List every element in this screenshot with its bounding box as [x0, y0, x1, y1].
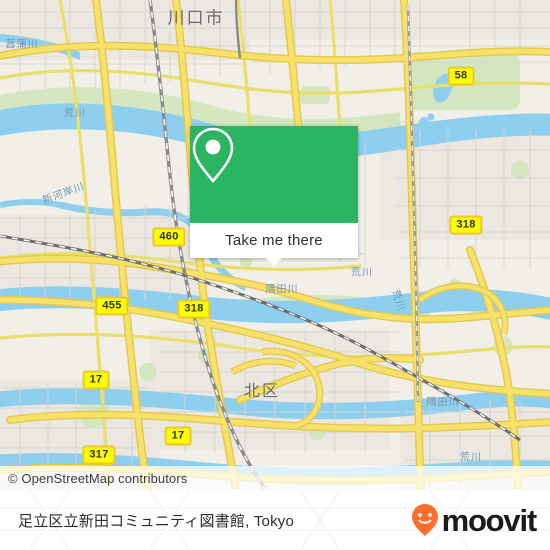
route-shield-318-east[interactable]: 318 — [449, 215, 483, 235]
map-canvas[interactable]: 川口市 北区 菖蒲川 荒川 新河岸川 隅田川 荒川 荒川 隅田川 荒川 58 3… — [0, 0, 550, 490]
take-me-there-button[interactable]: Take me there — [190, 223, 358, 258]
map-pin-icon — [192, 127, 234, 183]
moovit-map-card: 川口市 北区 菖蒲川 荒川 新河岸川 隅田川 荒川 荒川 隅田川 荒川 58 3… — [0, 0, 550, 550]
map-attribution-bar: © OpenStreetMap contributors — [0, 466, 550, 490]
place-title: 足立区立新田コミュニティ図書館, Tokyo — [18, 512, 295, 530]
moovit-brand-logo[interactable]: moovit — [410, 503, 550, 537]
route-shield-318-west[interactable]: 318 — [177, 299, 211, 319]
route-shield-17-west[interactable]: 17 — [82, 370, 110, 390]
moovit-wordmark: moovit — [441, 502, 538, 538]
route-shield-317[interactable]: 317 — [82, 445, 116, 465]
moovit-smiley-pin-icon — [411, 504, 438, 536]
destination-callout[interactable]: Take me there — [190, 126, 358, 266]
take-me-there-label: Take me there — [225, 232, 323, 249]
route-shield-455[interactable]: 455 — [95, 296, 129, 316]
callout-tail — [265, 257, 283, 266]
route-shield-17-south[interactable]: 17 — [164, 426, 192, 446]
route-shield-460[interactable]: 460 — [152, 227, 186, 247]
footer-bar: 足立区立新田コミュニティ図書館, Tokyo moovit — [0, 490, 550, 550]
callout-pin-area — [190, 126, 358, 223]
attribution-text[interactable]: © OpenStreetMap contributors — [0, 471, 187, 486]
route-shield-58[interactable]: 58 — [447, 66, 475, 86]
